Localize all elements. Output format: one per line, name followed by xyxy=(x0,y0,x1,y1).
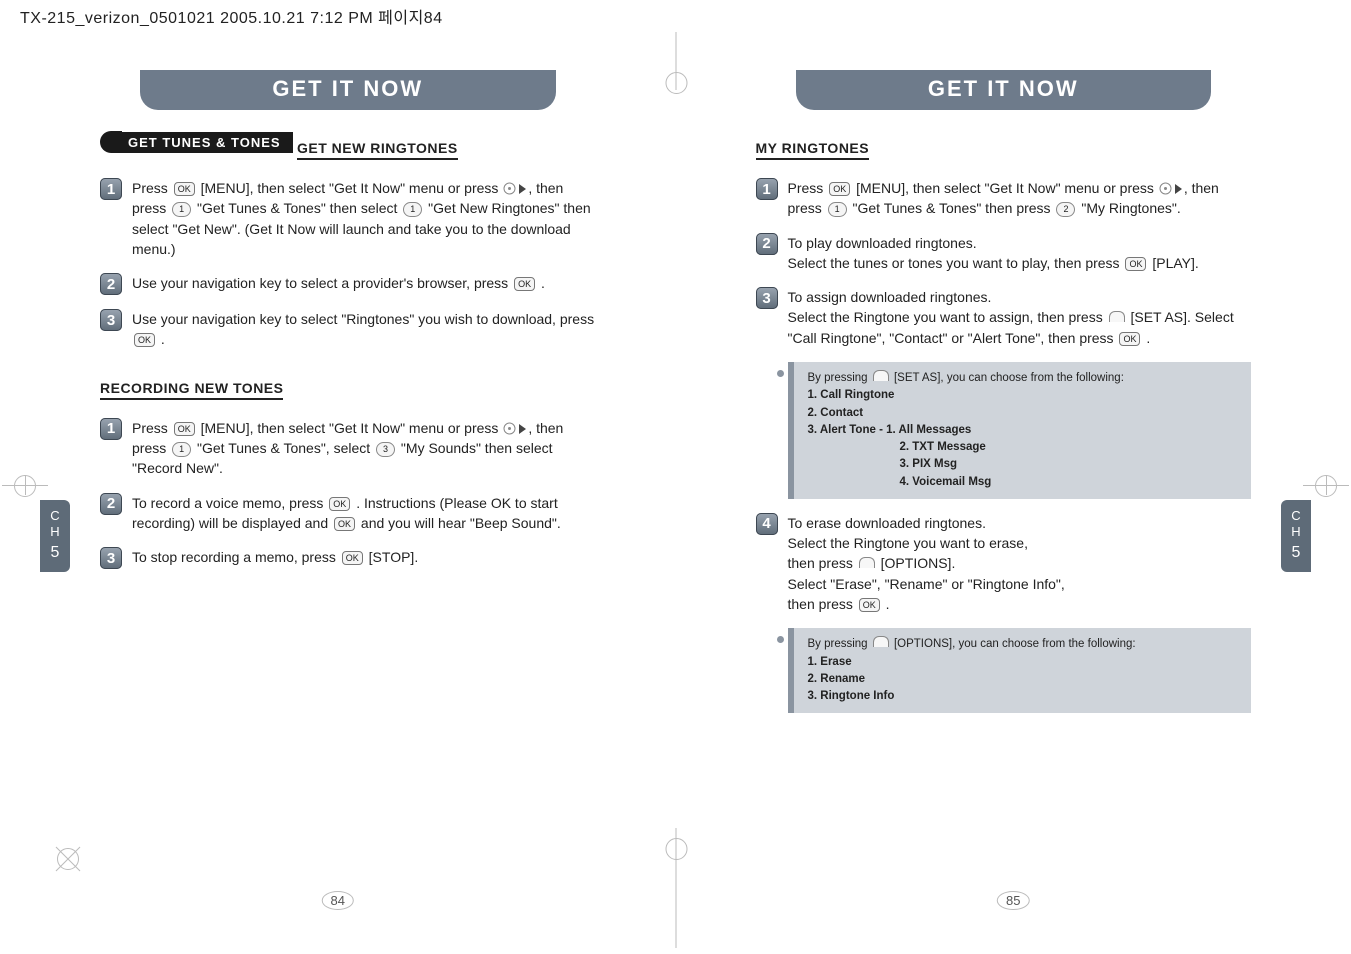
scan-file-header: TX-215_verizon_0501021 2005.10.21 7:12 P… xyxy=(0,0,1351,30)
page-right: GET IT NOW MY RINGTONES 1 Press OK [MENU… xyxy=(676,30,1351,950)
info-intro: By pressing [SET AS], you can choose fro… xyxy=(808,370,1242,387)
key-2-icon: 2 xyxy=(1056,202,1075,217)
step-number-badge: 3 xyxy=(756,287,778,309)
ribbon-label: GET TUNES & TONES xyxy=(122,132,293,153)
step: 2 To play downloaded ringtones.Select th… xyxy=(756,233,1252,274)
ok-key-icon: OK xyxy=(329,497,350,511)
step-number-badge: 4 xyxy=(756,513,778,535)
ok-key-icon: OK xyxy=(134,333,155,347)
info-box-set-as: By pressing [SET AS], you can choose fro… xyxy=(788,362,1252,499)
step-text: To stop recording a memo, press OK [STOP… xyxy=(132,547,418,567)
info-line: 2. Rename xyxy=(808,673,866,685)
section-heading-recording-new-tones: RECORDING NEW TONES xyxy=(100,380,283,400)
nav-key-icon xyxy=(1159,182,1172,195)
step: 4 To erase downloaded ringtones.Select t… xyxy=(756,513,1252,614)
section-heading-my-ringtones: MY RINGTONES xyxy=(756,140,870,160)
step: 1 Press OK [MENU], then select "Get It N… xyxy=(100,178,596,259)
ok-key-icon: OK xyxy=(514,277,535,291)
ok-key-icon: OK xyxy=(1125,257,1146,271)
step-text: Use your navigation key to select "Ringt… xyxy=(132,309,596,350)
info-line: 4. Voicemail Msg xyxy=(900,476,992,488)
chapter-number: 5 xyxy=(40,543,70,562)
chapter-label: CH xyxy=(1291,508,1300,539)
key-1-icon: 1 xyxy=(403,202,422,217)
step: 3 To stop recording a memo, press OK [ST… xyxy=(100,547,596,569)
info-box-options: By pressing [OPTIONS], you can choose fr… xyxy=(788,628,1252,713)
chapter-label: CH xyxy=(50,508,59,539)
ok-key-icon: OK xyxy=(174,182,195,196)
left-softkey-icon xyxy=(1109,311,1125,322)
ok-key-icon: OK xyxy=(1119,332,1140,346)
step-number-badge: 1 xyxy=(100,178,122,200)
info-line: 3. Ringtone Info xyxy=(808,690,895,702)
chapter-tab: CH 5 xyxy=(40,500,70,572)
page-banner: GET IT NOW xyxy=(140,70,556,110)
bullet-icon xyxy=(777,370,784,377)
info-line: 2. TXT Message xyxy=(900,441,986,453)
info-line: 3. Alert Tone - 1. All Messages xyxy=(808,424,972,436)
step-number-badge: 1 xyxy=(100,418,122,440)
step-text: To play downloaded ringtones.Select the … xyxy=(788,233,1199,274)
step-text: To record a voice memo, press OK . Instr… xyxy=(132,493,596,534)
step-text: To assign downloaded ringtones.Select th… xyxy=(788,287,1252,348)
page-banner: GET IT NOW xyxy=(796,70,1212,110)
step-number-badge: 3 xyxy=(100,309,122,331)
ok-key-icon: OK xyxy=(174,422,195,436)
chapter-number: 5 xyxy=(1281,543,1311,562)
step-number-badge: 3 xyxy=(100,547,122,569)
nav-key-icon xyxy=(503,422,516,435)
step: 3 Use your navigation key to select "Rin… xyxy=(100,309,596,350)
step: 3 To assign downloaded ringtones.Select … xyxy=(756,287,1252,348)
info-line: 1. Erase xyxy=(808,656,852,668)
page-number: 85 xyxy=(997,891,1029,910)
step: 1 Press OK [MENU], then select "Get It N… xyxy=(100,418,596,479)
right-softkey-icon xyxy=(859,557,875,568)
ok-key-icon: OK xyxy=(859,598,880,612)
page-number: 84 xyxy=(322,891,354,910)
chapter-tab: CH 5 xyxy=(1281,500,1311,572)
step-text: Press OK [MENU], then select "Get It Now… xyxy=(132,418,596,479)
left-softkey-icon xyxy=(873,370,889,381)
section-heading-get-new-ringtones: GET NEW RINGTONES xyxy=(297,140,458,160)
key-3-icon: 3 xyxy=(376,442,395,457)
nav-key-icon xyxy=(503,182,516,195)
section-ribbon: GET TUNES & TONES xyxy=(100,131,293,153)
step-text: Press OK [MENU], then select "Get It Now… xyxy=(132,178,596,259)
info-line: 3. PIX Msg xyxy=(900,458,958,470)
step-text: To erase downloaded ringtones.Select the… xyxy=(788,513,1065,614)
right-softkey-icon xyxy=(873,636,889,647)
step-number-badge: 2 xyxy=(756,233,778,255)
step: 2 To record a voice memo, press OK . Ins… xyxy=(100,493,596,534)
ok-key-icon: OK xyxy=(829,182,850,196)
step-number-badge: 2 xyxy=(100,493,122,515)
right-arrow-icon xyxy=(519,424,526,434)
info-line: 2. Contact xyxy=(808,407,864,419)
ok-key-icon: OK xyxy=(334,517,355,531)
info-intro: By pressing [OPTIONS], you can choose fr… xyxy=(808,636,1242,653)
ok-key-icon: OK xyxy=(342,551,363,565)
step-number-badge: 2 xyxy=(100,273,122,295)
info-line: 1. Call Ringtone xyxy=(808,389,895,401)
step-text: Press OK [MENU], then select "Get It Now… xyxy=(788,178,1252,219)
right-arrow-icon xyxy=(1175,184,1182,194)
key-1-icon: 1 xyxy=(172,442,191,457)
key-1-icon: 1 xyxy=(172,202,191,217)
step: 2 Use your navigation key to select a pr… xyxy=(100,273,596,295)
step-text: Use your navigation key to select a prov… xyxy=(132,273,545,293)
key-1-icon: 1 xyxy=(828,202,847,217)
step-number-badge: 1 xyxy=(756,178,778,200)
right-arrow-icon xyxy=(519,184,526,194)
bullet-icon xyxy=(777,636,784,643)
manual-spread: GET IT NOW GET TUNES & TONES GET NEW RIN… xyxy=(0,30,1351,950)
step: 1 Press OK [MENU], then select "Get It N… xyxy=(756,178,1252,219)
page-left: GET IT NOW GET TUNES & TONES GET NEW RIN… xyxy=(0,30,676,950)
